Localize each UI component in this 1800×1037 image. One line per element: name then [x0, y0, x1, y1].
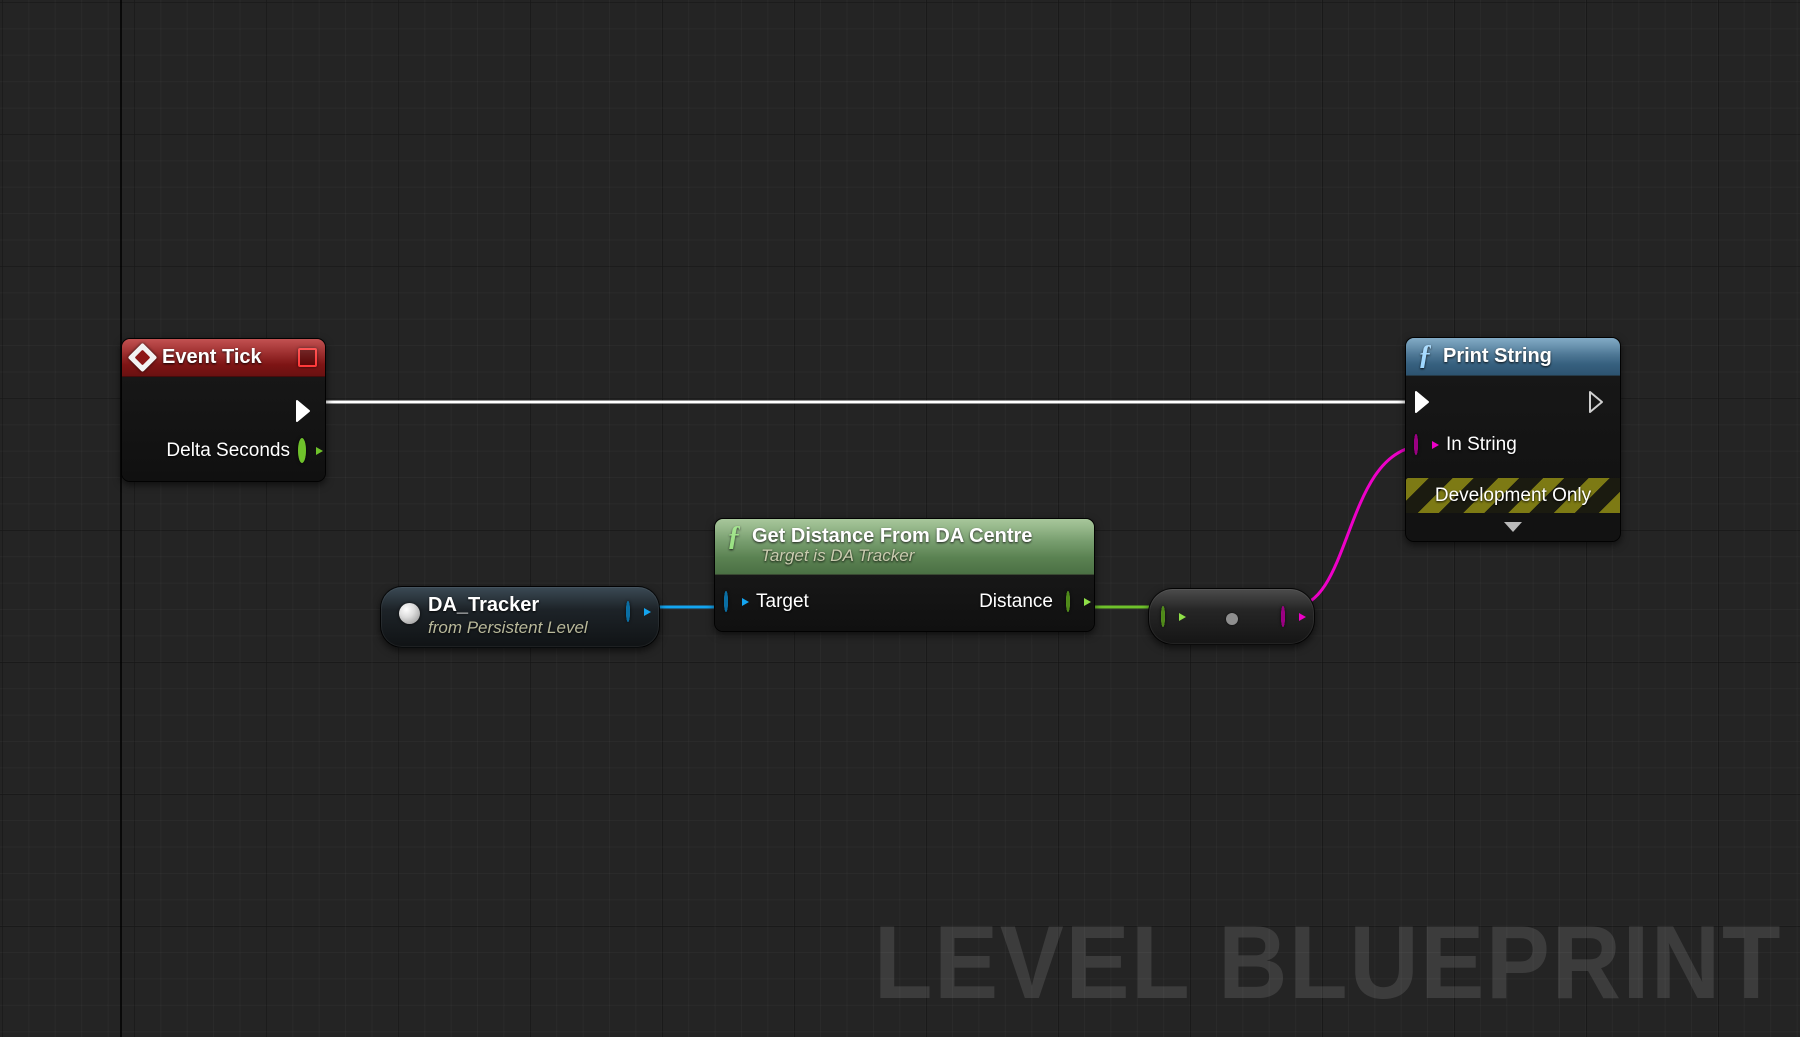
- node-float-to-string-convert[interactable]: [1148, 588, 1315, 645]
- node-da-tracker[interactable]: DA_Tracker from Persistent Level: [380, 586, 660, 648]
- function-f-icon: ƒ: [727, 520, 741, 552]
- pin-row-exec: [1406, 376, 1620, 430]
- event-diamond-icon: [127, 342, 158, 372]
- pin-da-tracker-output[interactable]: [626, 601, 651, 622]
- function-f-icon: ƒ: [1418, 340, 1432, 371]
- node-get-distance-header[interactable]: ƒ Get Distance From DA Centre Target is …: [715, 519, 1094, 575]
- pin-print-string-exec-in[interactable]: [1414, 390, 1434, 414]
- pin-distance[interactable]: [1066, 590, 1091, 612]
- pin-row-target[interactable]: Target: [724, 590, 809, 613]
- pin-delta-seconds[interactable]: [298, 437, 323, 463]
- pin-row-in-string[interactable]: In String: [1406, 430, 1620, 478]
- node-convert-shell[interactable]: [1148, 588, 1315, 645]
- pin-event-tick-exec-out[interactable]: [295, 399, 315, 423]
- node-da-tracker-shell[interactable]: DA_Tracker from Persistent Level: [380, 586, 660, 648]
- node-event-tick-title: Event Tick: [162, 345, 262, 368]
- node-print-string-body: In String Development Only: [1406, 376, 1620, 541]
- pin-label-delta-seconds: Delta Seconds: [166, 440, 290, 461]
- node-print-string-shell[interactable]: ƒ Print String In String Development Onl…: [1405, 337, 1621, 542]
- blueprint-graph-canvas[interactable]: Event Tick Delta Seconds DA_Tracker from…: [0, 0, 1800, 1037]
- pin-row-delta-seconds[interactable]: Delta Seconds: [166, 437, 323, 463]
- pin-in-string[interactable]: [1414, 434, 1439, 455]
- node-expander-button[interactable]: [1406, 513, 1620, 541]
- graph-origin-axis: [120, 0, 122, 1037]
- node-event-tick[interactable]: Event Tick Delta Seconds: [121, 338, 326, 482]
- node-print-string-title: Print String: [1443, 344, 1552, 367]
- pin-convert-input[interactable]: [1161, 606, 1186, 627]
- node-da-tracker-subtitle: from Persistent Level: [428, 618, 588, 637]
- development-only-banner: Development Only: [1406, 478, 1620, 513]
- wire-string-convert-to-instring: [1291, 444, 1421, 609]
- convert-center-dot-icon: [1225, 613, 1238, 625]
- node-get-distance-title: Get Distance From DA Centre: [752, 525, 1033, 547]
- node-print-string[interactable]: ƒ Print String In String Development Onl…: [1405, 337, 1621, 542]
- node-get-distance-from-da-centre[interactable]: ƒ Get Distance From DA Centre Target is …: [714, 518, 1095, 632]
- pin-print-string-exec-out[interactable]: [1588, 390, 1608, 414]
- chevron-down-icon: [1504, 522, 1522, 532]
- level-blueprint-watermark: LEVEL BLUEPRINT: [873, 905, 1782, 1021]
- node-da-tracker-title: DA_Tracker: [428, 594, 540, 616]
- node-get-distance-subtitle: Target is DA Tracker: [761, 546, 915, 565]
- node-get-distance-body: Target Distance: [715, 575, 1094, 631]
- pin-target[interactable]: [724, 590, 749, 612]
- node-event-tick-header[interactable]: Event Tick: [122, 339, 325, 377]
- node-print-string-header[interactable]: ƒ Print String: [1406, 338, 1620, 376]
- pin-convert-output[interactable]: [1281, 606, 1306, 627]
- node-event-tick-shell[interactable]: Event Tick Delta Seconds: [121, 338, 326, 482]
- node-get-distance-shell[interactable]: ƒ Get Distance From DA Centre Target is …: [714, 518, 1095, 632]
- pin-row-distance[interactable]: Distance: [979, 590, 1091, 613]
- node-event-tick-body: Delta Seconds: [122, 377, 325, 481]
- development-only-label: Development Only: [1434, 484, 1592, 506]
- pin-label-target: Target: [756, 591, 809, 612]
- pin-label-in-string: In String: [1446, 434, 1517, 455]
- stop-square-icon[interactable]: [298, 347, 317, 367]
- object-sphere-icon: [399, 603, 420, 624]
- pin-label-distance: Distance: [979, 591, 1053, 612]
